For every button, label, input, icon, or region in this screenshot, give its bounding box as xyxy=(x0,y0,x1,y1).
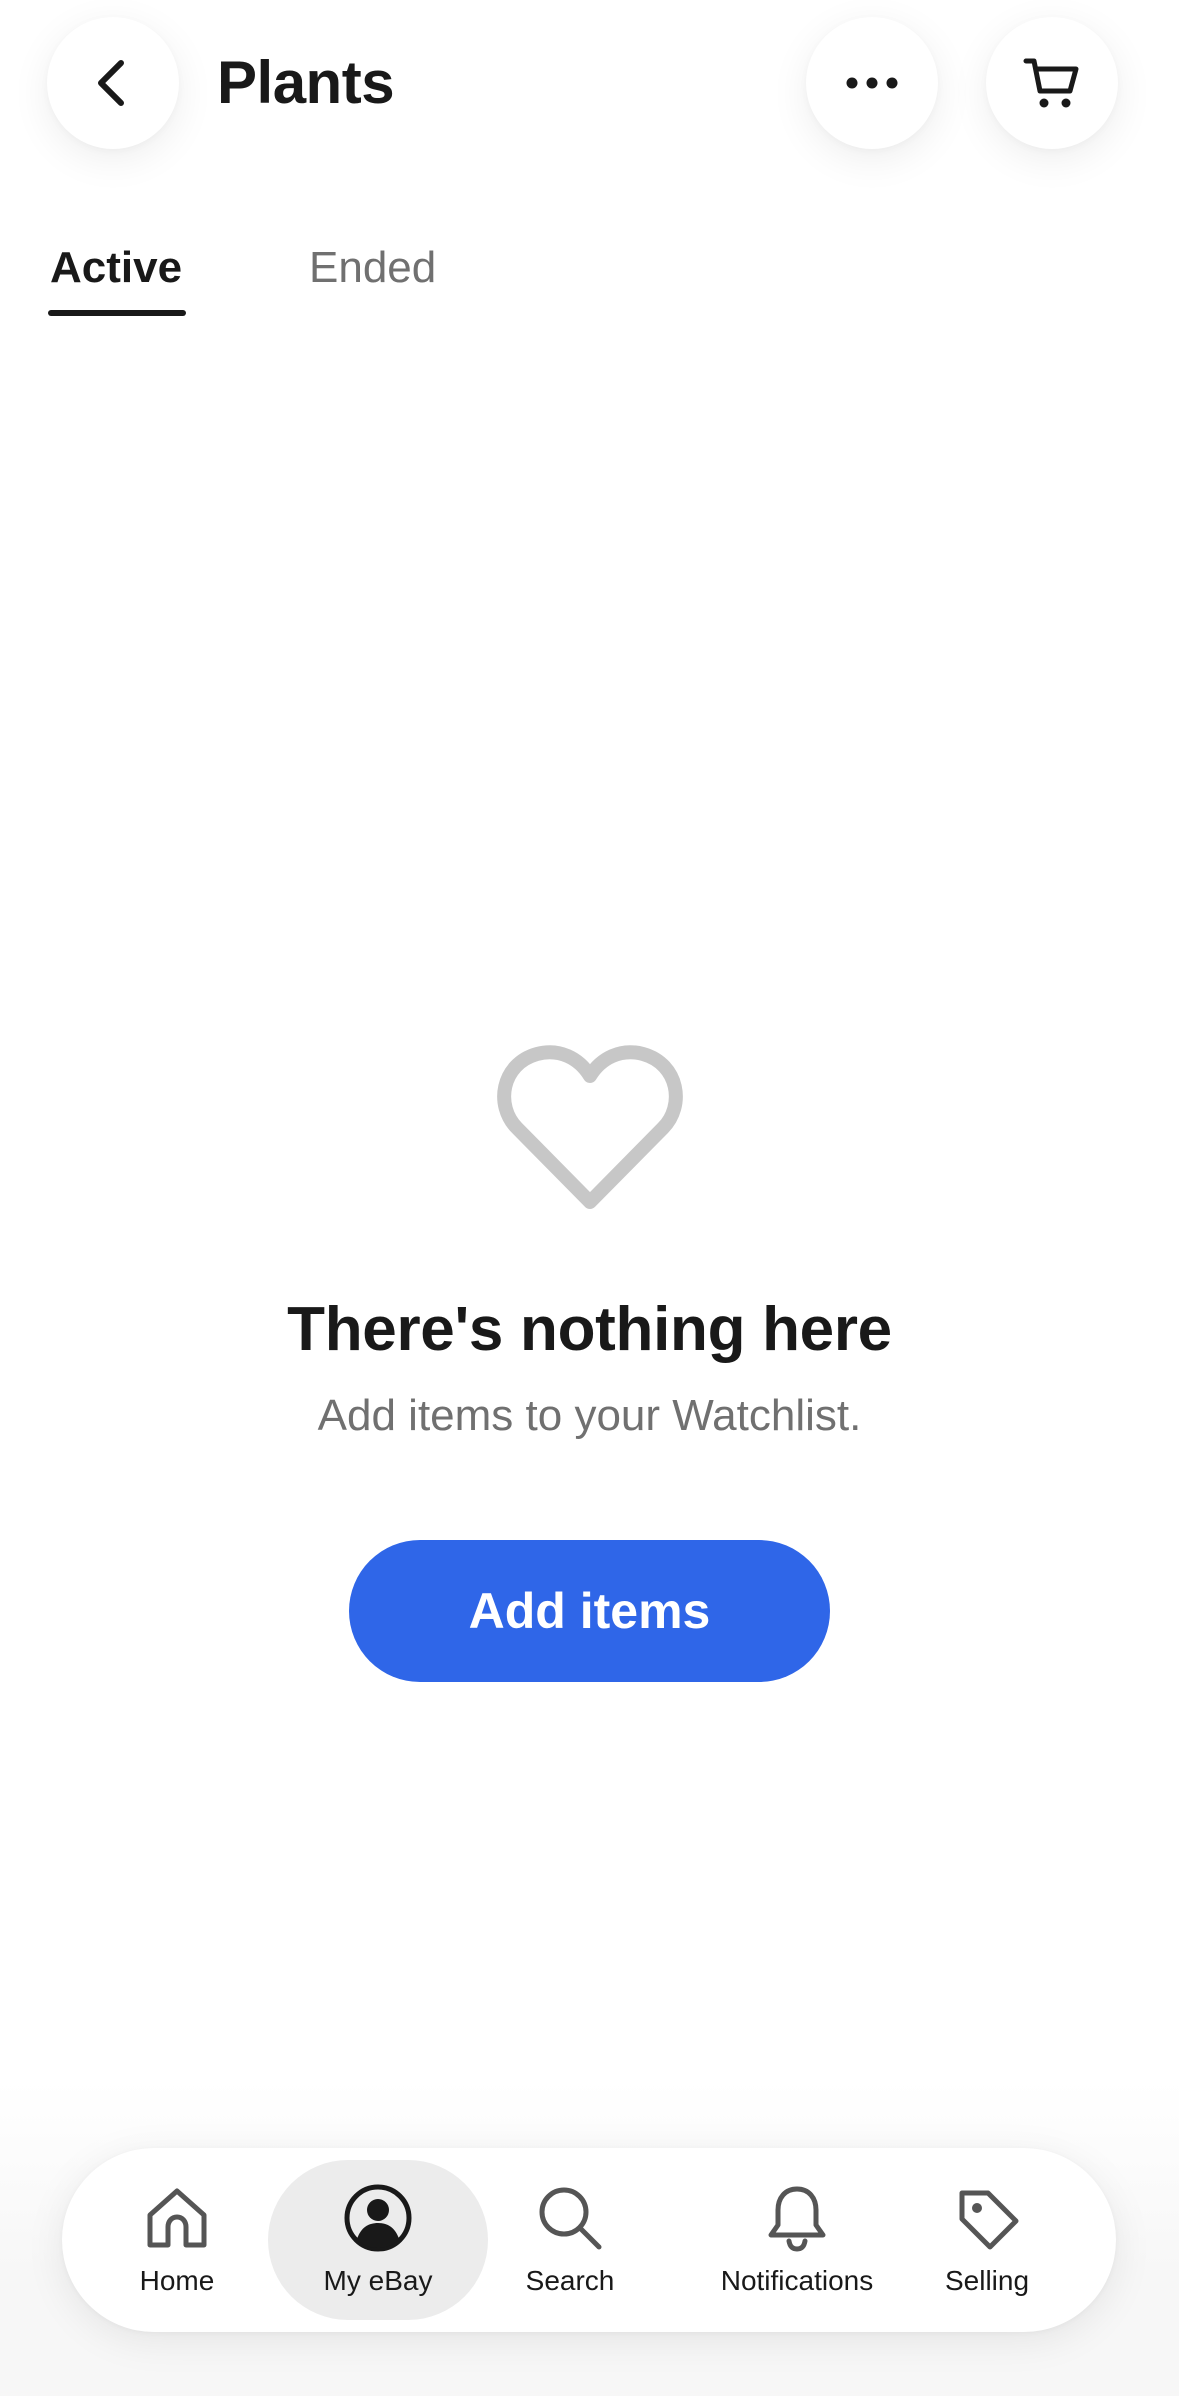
nav-label-search: Search xyxy=(525,2265,615,2296)
home-icon xyxy=(147,2188,207,2248)
more-horizontal-icon xyxy=(846,77,898,89)
bottom-navigation-bar: Home My eBay Search Notifications Sellin… xyxy=(62,2148,1116,2332)
nav-label-home: Home xyxy=(139,2265,215,2296)
empty-state-title: There's nothing here xyxy=(287,1295,892,1364)
search-icon xyxy=(539,2187,602,2250)
nav-item-notifications[interactable]: Notifications xyxy=(672,2160,922,2320)
empty-state-subtitle: Add items to your Watchlist. xyxy=(317,1391,862,1440)
bell-icon xyxy=(768,2186,826,2252)
nav-label-notifications: Notifications xyxy=(720,2265,874,2296)
nav-item-my-ebay[interactable]: My eBay xyxy=(268,2160,488,2320)
profile-icon xyxy=(344,2184,412,2252)
nav-item-search[interactable]: Search xyxy=(495,2160,645,2320)
cart-button[interactable] xyxy=(986,17,1118,149)
heart-outline-icon xyxy=(497,1045,683,1209)
page-title: Plants xyxy=(217,49,395,116)
nav-item-home[interactable]: Home xyxy=(102,2160,252,2320)
tag-icon xyxy=(959,2190,1019,2250)
nav-label-selling: Selling xyxy=(944,2265,1030,2296)
tab-active[interactable]: Active xyxy=(50,238,182,298)
back-button[interactable] xyxy=(47,17,179,149)
more-options-button[interactable] xyxy=(806,17,938,149)
add-items-button[interactable]: Add items xyxy=(349,1540,830,1682)
cart-icon xyxy=(1023,58,1079,108)
tab-active-indicator xyxy=(48,310,186,316)
nav-label-my-ebay: My eBay xyxy=(323,2265,433,2296)
tab-ended[interactable]: Ended xyxy=(309,238,436,298)
chevron-left-icon xyxy=(98,60,124,106)
watchlist-tabs: Active Ended xyxy=(0,228,1179,328)
nav-item-selling[interactable]: Selling xyxy=(912,2160,1062,2320)
top-app-bar: Plants xyxy=(0,0,1179,200)
